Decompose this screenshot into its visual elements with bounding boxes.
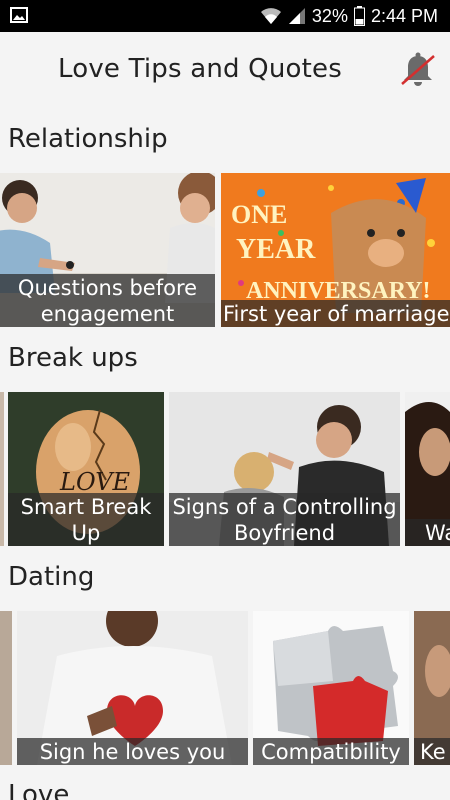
card-smart-break-up[interactable]: LOVE Smart Break Up [8,392,164,546]
card-caption: First year of marriage [221,300,450,327]
status-bar: 32% 2:44 PM [0,0,450,32]
section-title-relationship: Relationship [8,124,168,154]
card-questions-before-engagement[interactable]: Questions before engagement [0,173,215,327]
section-title-dating: Dating [8,562,95,592]
card-caption: Sign he loves you [17,738,248,765]
wifi-icon [260,8,281,24]
card-partial-left[interactable] [0,611,12,765]
card-signs-of-controlling-boyfriend[interactable]: Signs of a Controlling Boyfriend [169,392,400,546]
card-caption: Questions before engagement [0,274,215,327]
card-first-year-of-marriage[interactable]: ONE YEAR ANNIVERSARY! First year of marr… [221,173,450,327]
card-partial-left[interactable] [0,392,4,546]
app-bar: Love Tips and Quotes [0,32,450,112]
signal-icon [288,8,305,24]
card-sign-he-loves-you[interactable]: Sign he loves you [17,611,248,765]
bell-off-icon[interactable] [398,50,438,90]
image-icon [10,7,28,23]
dating-row[interactable]: Sign he loves you Compatibility Ke [0,611,450,765]
card-ke[interactable]: Ke [414,611,450,765]
card-caption: Smart Break Up [8,493,164,546]
relationship-row[interactable]: Questions before engagement ONE YEAR ANN… [0,173,450,327]
battery-icon [353,6,365,26]
battery-percent: 32% [311,5,348,26]
card-wa[interactable]: Wa [405,392,450,546]
card-caption: Wa [405,519,450,546]
svg-text:ONE: ONE [231,200,287,229]
partial-photo [0,611,12,765]
card-caption: Signs of a Controlling Boyfriend [169,493,400,546]
svg-text:YEAR: YEAR [236,234,316,265]
break-ups-row[interactable]: LOVE Smart Break Up Signs of a Controlli… [0,392,450,546]
section-title-break-ups: Break ups [8,343,138,373]
section-title-love: Love [8,780,70,800]
svg-text:LOVE: LOVE [59,468,131,496]
clock: 2:44 PM [370,5,438,26]
card-compatibility[interactable]: Compatibility [253,611,409,765]
card-caption: Compatibility [253,738,409,765]
partial-photo [0,392,4,546]
app-title: Love Tips and Quotes [58,54,342,84]
card-caption: Ke [414,738,450,765]
